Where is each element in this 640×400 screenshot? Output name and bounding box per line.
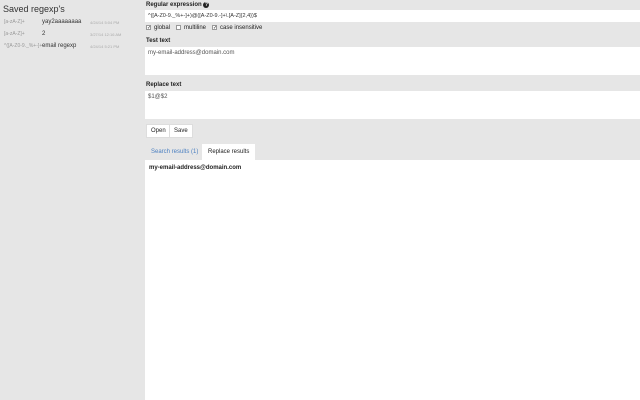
flags: ✓ global multiline ✓ case insensitive — [146, 25, 262, 31]
saved-item[interactable]: [a-zA-Z]+ 2 3/27/14 12:16 AM — [4, 29, 145, 39]
replace-text-input[interactable]: $1@$2 — [145, 91, 640, 119]
tab-replace-results[interactable]: Replace results — [202, 144, 256, 160]
help-icon[interactable]: ? — [203, 2, 210, 8]
saved-pattern: [a-zA-Z]+ — [4, 19, 25, 25]
open-button[interactable]: Open — [146, 124, 171, 138]
test-text-input[interactable]: my-email-address@domain.com — [145, 47, 640, 75]
main-panel: Regular expression ? ^([A-Z0-9._%+-]+)@(… — [145, 0, 640, 400]
replace-result: my-email-address@domain.com — [145, 160, 640, 400]
regex-label-text: Regular expression — [146, 2, 202, 8]
global-label: global — [154, 25, 171, 32]
case-insensitive-checkbox[interactable]: ✓ case insensitive — [212, 25, 262, 31]
check-icon: ✓ — [146, 25, 152, 31]
saved-time: 4/24/14 5:04 PM — [90, 19, 120, 25]
saved-pattern: ^([A-Z0-9._%+-]+)... — [4, 43, 42, 49]
saved-name: email regexp — [42, 43, 77, 49]
saved-regexps-sidebar: Saved regexp's [a-zA-Z]+ yay2aaaaaaaa 4/24… — [0, 0, 145, 400]
saved-time: 4/24/14 5:21 PM — [90, 43, 120, 49]
saved-time: 3/27/14 12:16 AM — [90, 31, 122, 37]
saved-pattern: [a-zA-Z]+ — [4, 31, 25, 37]
check-icon: ✓ — [212, 25, 218, 31]
sidebar-title: Saved regexp's — [3, 4, 65, 14]
regex-input[interactable]: ^([A-Z0-9._%+-]+)@([A-Z0-9.-]+\.[A-Z]{2,… — [145, 10, 640, 22]
regex-label: Regular expression ? — [146, 2, 210, 8]
tab-search-results[interactable]: Search results (1) — [145, 144, 204, 160]
saved-name: yay2aaaaaaaa — [42, 19, 82, 25]
global-checkbox[interactable]: ✓ global — [146, 25, 170, 31]
saved-name: 2 — [42, 31, 46, 37]
test-text-label: Test text — [146, 38, 171, 44]
save-button[interactable]: Save — [169, 124, 193, 138]
case-insensitive-label: case insensitive — [220, 25, 263, 32]
saved-item[interactable]: ^([A-Z0-9._%+-]+)...email regexp 4/24/14 … — [4, 41, 145, 51]
multiline-checkbox[interactable]: multiline — [176, 25, 206, 31]
saved-item[interactable]: [a-zA-Z]+ yay2aaaaaaaa 4/24/14 5:04 PM — [4, 17, 145, 27]
multiline-label: multiline — [184, 25, 207, 32]
checkbox-empty-icon — [176, 25, 182, 30]
replace-text-label: Replace text — [146, 82, 182, 88]
